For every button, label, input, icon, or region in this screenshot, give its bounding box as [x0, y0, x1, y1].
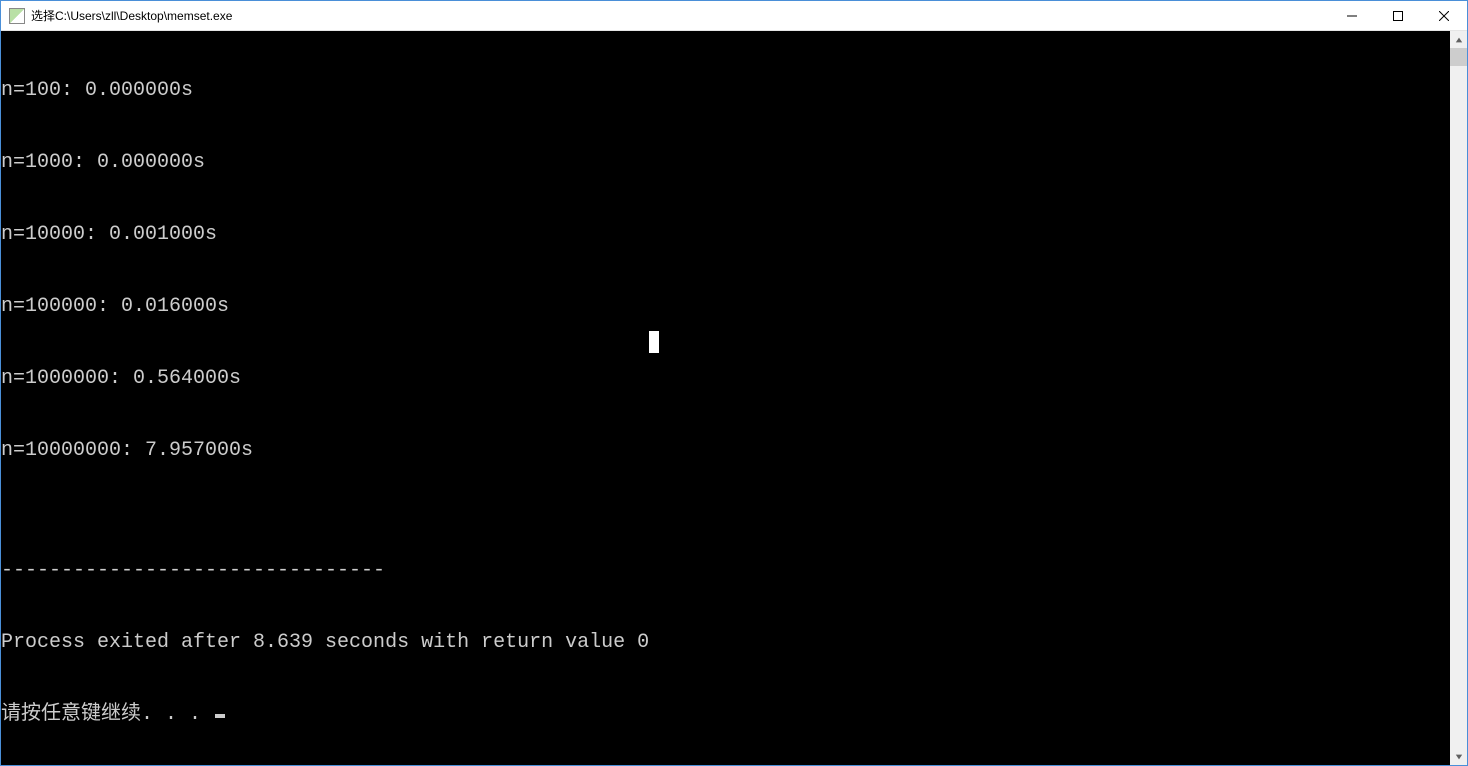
window-controls: [1329, 1, 1467, 30]
output-line: n=100000: 0.016000s: [1, 295, 1450, 319]
scroll-down-button[interactable]: [1450, 748, 1467, 765]
scroll-up-button[interactable]: [1450, 31, 1467, 48]
press-any-key-line: 请按任意键继续. . .: [1, 703, 1450, 727]
maximize-button[interactable]: [1375, 1, 1421, 30]
minimize-button[interactable]: [1329, 1, 1375, 30]
output-separator: --------------------------------: [1, 559, 1450, 583]
selection-cursor: [649, 331, 659, 353]
output-line: n=1000: 0.000000s: [1, 151, 1450, 175]
app-icon: [9, 8, 25, 24]
client-area: n=100: 0.000000s n=1000: 0.000000s n=100…: [1, 31, 1467, 765]
output-line: n=10000000: 7.957000s: [1, 439, 1450, 463]
scroll-track[interactable]: [1450, 48, 1467, 748]
output-line: n=100: 0.000000s: [1, 79, 1450, 103]
chevron-down-icon: [1455, 753, 1463, 761]
output-line: n=1000000: 0.564000s: [1, 367, 1450, 391]
text-cursor: [215, 714, 225, 718]
process-exit-line: Process exited after 8.639 seconds with …: [1, 631, 1450, 655]
prompt-text: 请按任意键继续. . .: [1, 703, 213, 726]
minimize-icon: [1347, 11, 1357, 21]
chevron-up-icon: [1455, 36, 1463, 44]
maximize-icon: [1393, 11, 1403, 21]
close-button[interactable]: [1421, 1, 1467, 30]
close-icon: [1439, 11, 1449, 21]
window-title: 选择C:\Users\zll\Desktop\memset.exe: [31, 7, 232, 24]
scroll-thumb[interactable]: [1450, 48, 1467, 66]
console-output[interactable]: n=100: 0.000000s n=1000: 0.000000s n=100…: [1, 31, 1450, 765]
titlebar[interactable]: 选择C:\Users\zll\Desktop\memset.exe: [1, 1, 1467, 31]
vertical-scrollbar[interactable]: [1450, 31, 1467, 765]
output-line: n=10000: 0.001000s: [1, 223, 1450, 247]
